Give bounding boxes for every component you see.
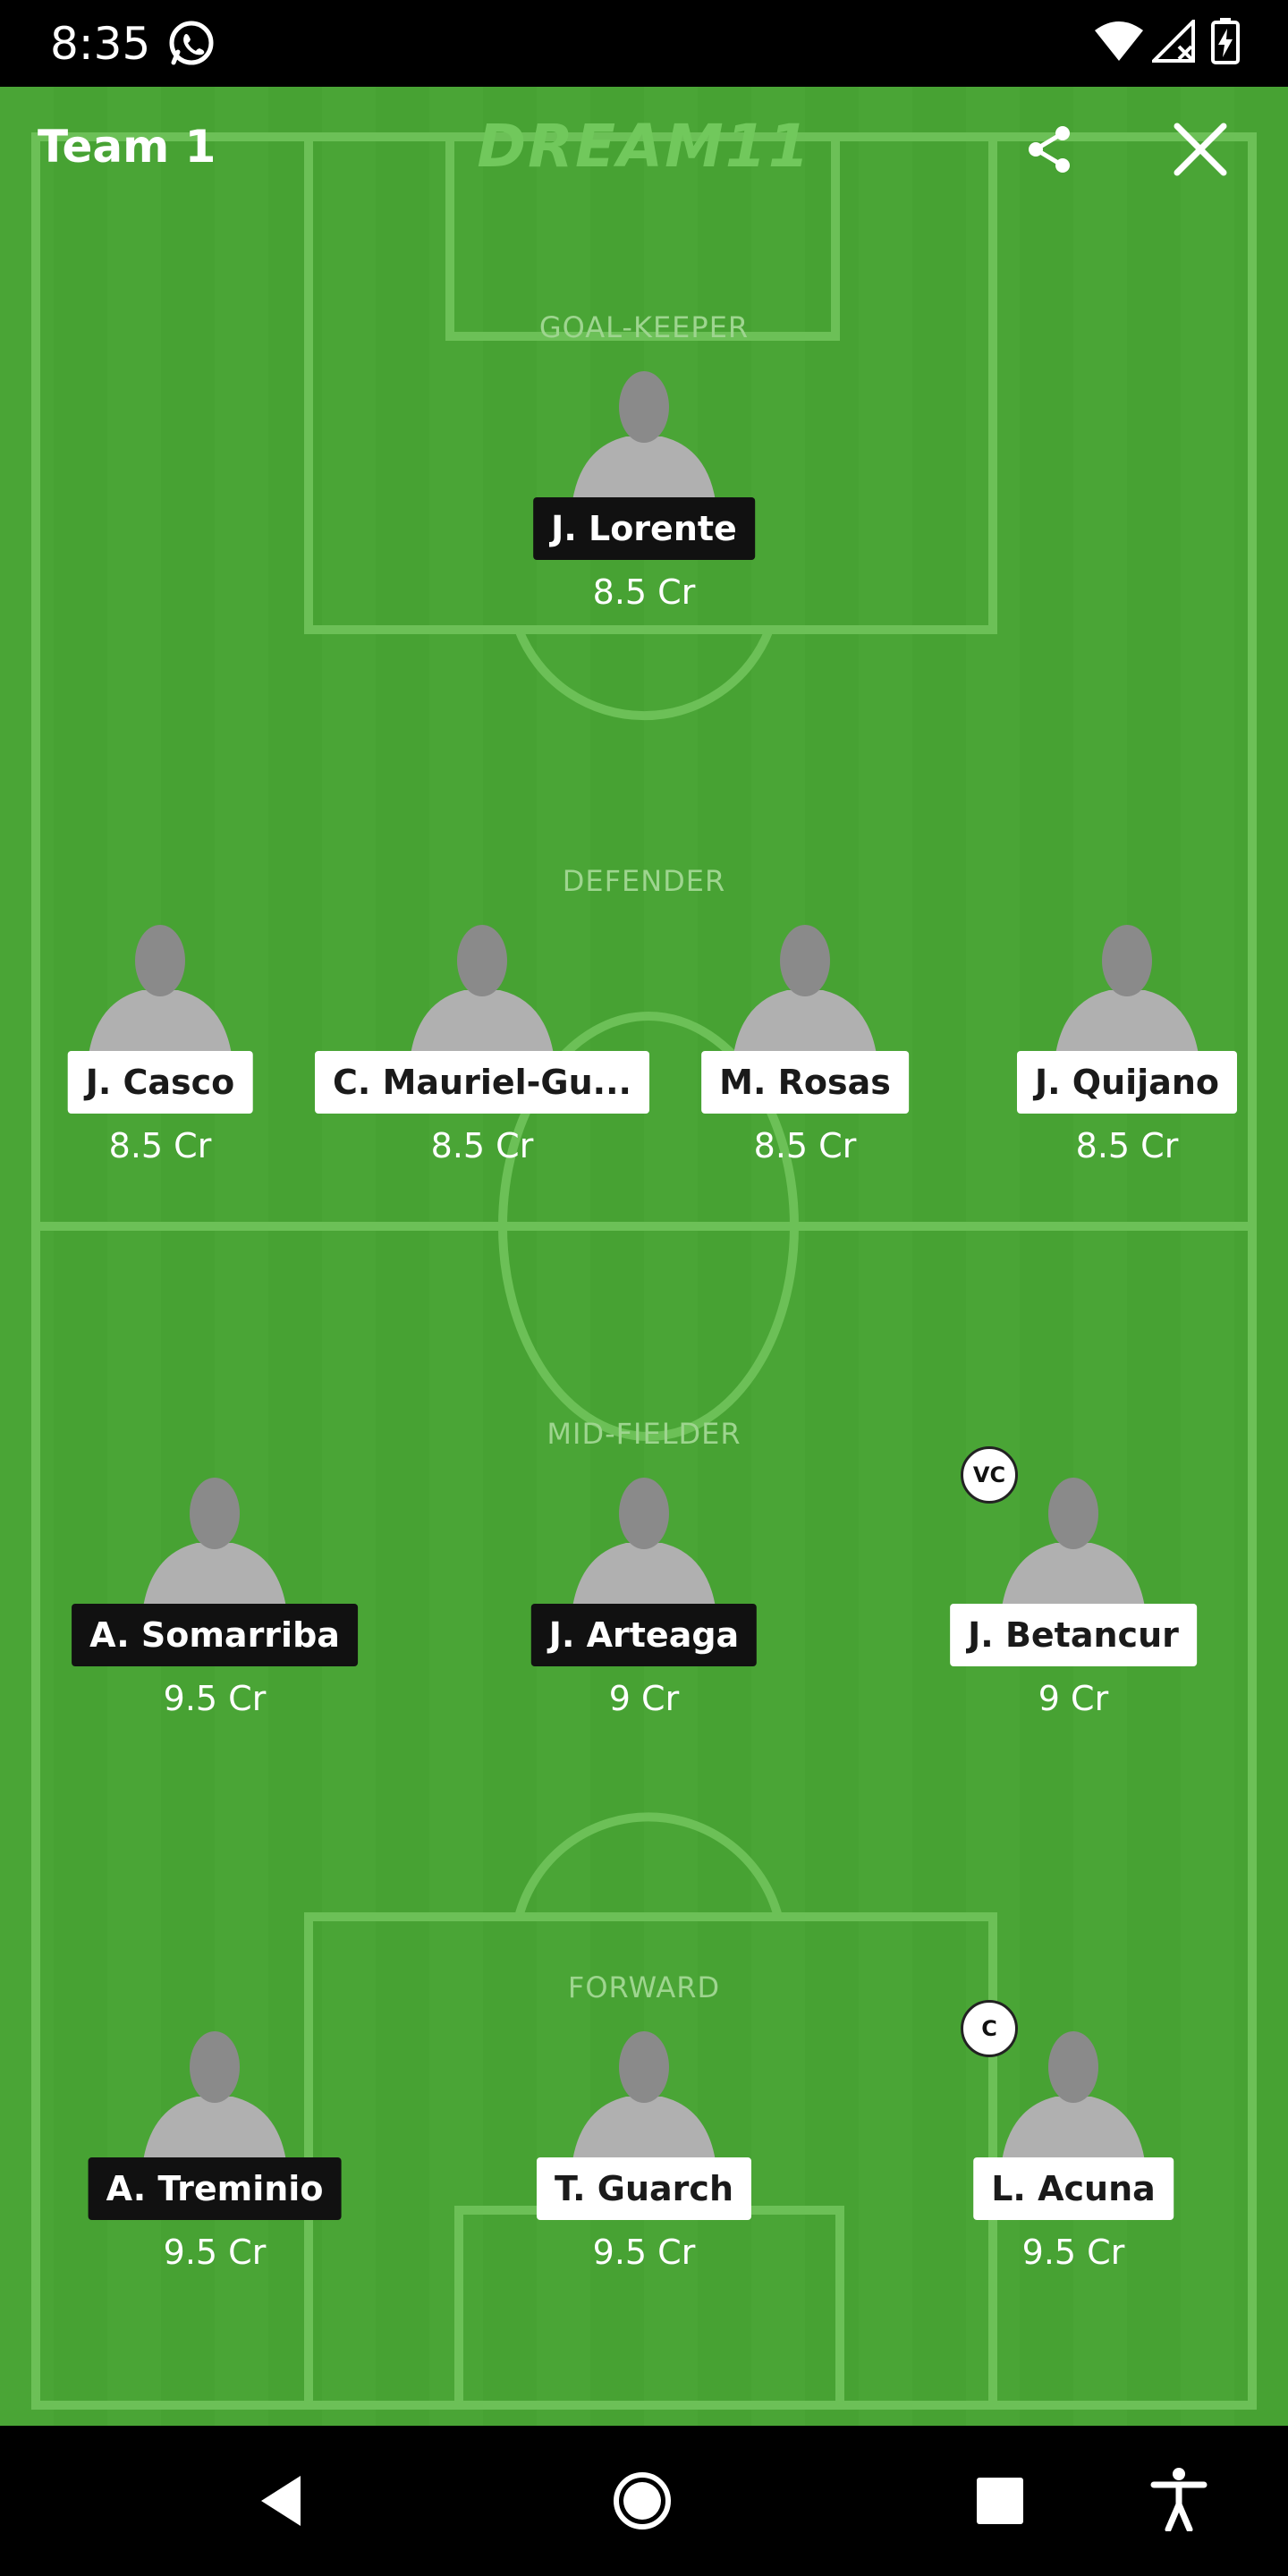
player-card[interactable]: A. Somarriba 9.5 Cr <box>63 1473 367 1718</box>
player-credits: 9 Cr <box>608 1679 680 1718</box>
player-credits: 8.5 Cr <box>592 572 696 612</box>
player-name: J. Arteaga <box>530 1604 758 1666</box>
status-bar: 8:35 <box>0 0 1288 87</box>
player-credits: 9 Cr <box>1038 1679 1109 1718</box>
player-name: J. Betancur <box>950 1604 1197 1666</box>
player-card[interactable]: C. Mauriel-Gu... 8.5 Cr <box>315 920 649 1165</box>
player-name: A. Treminio <box>88 2157 342 2220</box>
section-label-midfielder: MID-FIELDER <box>547 1417 741 1451</box>
player-credits: 9.5 Cr <box>163 1679 267 1718</box>
player-avatar-icon <box>1055 925 1199 1055</box>
player-credits: 8.5 Cr <box>108 1126 212 1165</box>
section-label-goalkeeper: GOAL-KEEPER <box>538 310 750 344</box>
football-pitch: Team 1 DREAM11 GOAL-KEEPER DEFENDER MID-… <box>0 87 1288 2426</box>
team-title: Team 1 <box>38 121 216 173</box>
player-credits: 9.5 Cr <box>592 2233 696 2272</box>
player-credits: 8.5 Cr <box>1075 1126 1179 1165</box>
home-circle-icon[interactable] <box>612 2470 673 2531</box>
captain-badge: C <box>961 2000 1018 2057</box>
player-avatar-icon <box>411 925 554 1055</box>
wifi-icon <box>1095 21 1143 61</box>
player-card[interactable]: C L. Acuna 9.5 Cr <box>921 2000 1225 2272</box>
player-avatar-icon <box>572 2031 716 2161</box>
player-card[interactable]: J. Casco 8.5 Cr <box>8 920 312 1165</box>
section-label-forward: FORWARD <box>567 1970 721 2004</box>
close-icon[interactable] <box>1172 121 1229 178</box>
player-name: J. Casco <box>67 1051 253 1114</box>
player-avatar-icon <box>143 2031 286 2161</box>
recents-square-icon[interactable] <box>975 2476 1025 2526</box>
player-name: C. Mauriel-Gu... <box>315 1051 649 1114</box>
player-credits: 9.5 Cr <box>1021 2233 1125 2272</box>
app-screen: 8:35 Team 1 DREAM11 GOAL-KEEPER DEFENDER… <box>0 0 1288 2576</box>
battery-charging-icon <box>1211 18 1240 64</box>
navigation-bar <box>0 2426 1288 2576</box>
player-card[interactable]: T. Guarch 9.5 Cr <box>492 2027 796 2272</box>
player-card[interactable]: J. Quijano 8.5 Cr <box>975 920 1279 1165</box>
player-credits: 8.5 Cr <box>753 1126 857 1165</box>
player-avatar-icon <box>572 1478 716 1607</box>
player-card[interactable]: M. Rosas 8.5 Cr <box>653 920 957 1165</box>
accessibility-icon[interactable] <box>1150 2467 1208 2531</box>
player-name: L. Acuna <box>973 2157 1174 2220</box>
player-card[interactable]: J. Lorente 8.5 Cr <box>492 367 796 612</box>
whatsapp-icon <box>169 21 214 65</box>
back-triangle-icon[interactable] <box>256 2472 306 2529</box>
player-card[interactable]: J. Arteaga 9 Cr <box>492 1473 796 1718</box>
player-avatar-icon <box>1002 2031 1145 2161</box>
vice-captain-badge: VC <box>961 1446 1018 1504</box>
player-avatar-icon <box>572 371 716 501</box>
player-name: T. Guarch <box>536 2157 752 2220</box>
player-name: A. Somarriba <box>72 1604 358 1666</box>
player-credits: 8.5 Cr <box>430 1126 534 1165</box>
player-name: M. Rosas <box>701 1051 909 1114</box>
brand-logo: DREAM11 <box>477 112 811 181</box>
signal-icon <box>1152 20 1195 63</box>
player-avatar-icon <box>733 925 877 1055</box>
player-credits: 9.5 Cr <box>163 2233 267 2272</box>
section-label-defender: DEFENDER <box>562 864 726 898</box>
player-card[interactable]: A. Treminio 9.5 Cr <box>63 2027 367 2272</box>
player-avatar-icon <box>143 1478 286 1607</box>
player-avatar-icon <box>89 925 232 1055</box>
player-name: J. Lorente <box>533 497 755 560</box>
share-icon[interactable] <box>1023 123 1077 176</box>
status-time: 8:35 <box>50 18 151 70</box>
player-name: J. Quijano <box>1016 1051 1238 1114</box>
player-card[interactable]: VC J. Betancur 9 Cr <box>921 1446 1225 1718</box>
player-avatar-icon <box>1002 1478 1145 1607</box>
